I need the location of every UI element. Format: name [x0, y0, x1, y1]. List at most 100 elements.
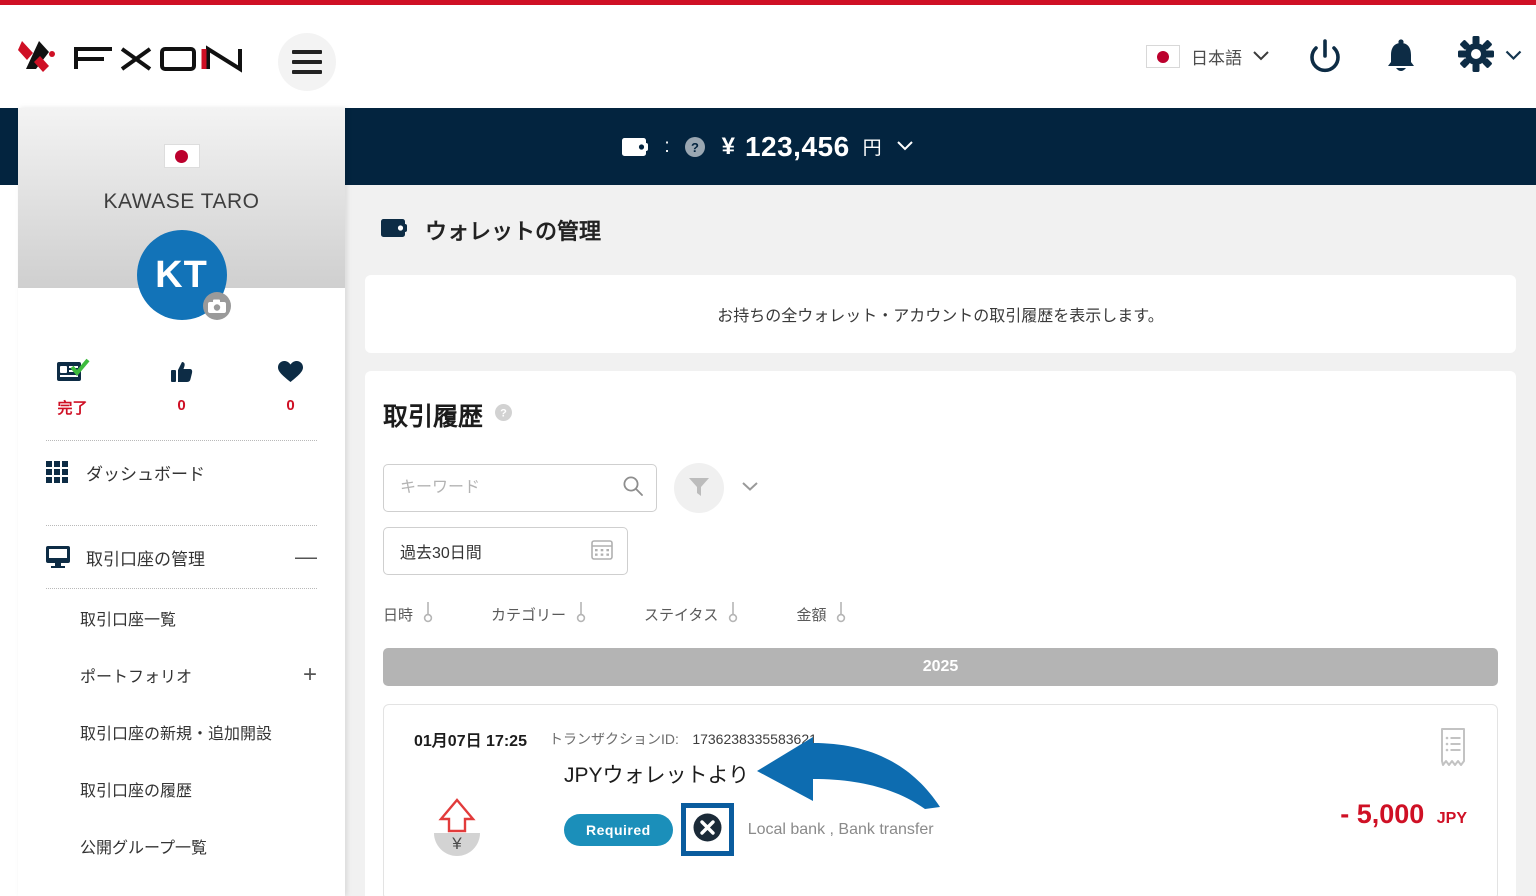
- app-header: 日本語: [0, 5, 1536, 108]
- sidebar: KAWASE TARO KT 完了 0 0 ダッシュボード 取引口座の管理 — …: [18, 108, 345, 896]
- section-title: 取引履歴: [383, 403, 484, 431]
- hamburger-bar: [292, 50, 322, 54]
- search-input[interactable]: [400, 479, 622, 497]
- power-icon[interactable]: [1305, 37, 1345, 77]
- amount-currency: JPY: [1436, 810, 1467, 827]
- filter-controls: 過去30日間: [383, 463, 1498, 575]
- avatar[interactable]: KT: [136, 230, 231, 320]
- status-icon-highlight[interactable]: [680, 803, 734, 856]
- sort-label: カテゴリー: [491, 607, 567, 624]
- description-text: お持ちの全ウォレット・アカウントの取引履歴を表示します。: [717, 308, 1164, 325]
- transaction-id-value: 1736238335583621: [692, 731, 817, 747]
- sort-slider-icon: [727, 601, 739, 628]
- sort-slider-icon: [835, 601, 847, 628]
- transaction-row[interactable]: 01月07日 17:25 トランザクションID: 173623833558362…: [383, 704, 1498, 896]
- page-title-text: ウォレットの管理: [425, 219, 602, 244]
- svg-text:?: ?: [500, 408, 507, 420]
- help-circle-icon[interactable]: ?: [494, 403, 513, 427]
- stat-likes[interactable]: 0: [127, 354, 236, 418]
- chevron-down-icon[interactable]: [1505, 48, 1522, 66]
- settings-menu[interactable]: [1457, 35, 1522, 78]
- app-root: 日本語: ? ¥ 123,456 円 KAWASE TARO KT 完了 0 …: [0, 0, 1536, 896]
- jp-flag-icon: [163, 144, 200, 168]
- stat-favorites[interactable]: 0: [236, 354, 345, 418]
- sidebar-item-account-history[interactable]: 取引口座の履歴: [18, 760, 345, 817]
- sidebar-item-account-management[interactable]: 取引口座の管理 —: [18, 526, 345, 588]
- sidebar-item-dashboard[interactable]: ダッシュボード: [18, 441, 345, 503]
- section-header: 取引履歴 ?: [383, 397, 1498, 433]
- currency-label: 円: [862, 138, 882, 159]
- bell-icon[interactable]: [1383, 38, 1419, 76]
- chevron-down-icon[interactable]: [896, 138, 914, 156]
- user-name: KAWASE TARO: [103, 190, 260, 213]
- header-actions: 日本語: [1146, 35, 1522, 78]
- sort-by-datetime[interactable]: 日時: [383, 601, 434, 628]
- x-circle-icon[interactable]: [693, 813, 722, 847]
- transaction-id-label: トランザクションID:: [548, 731, 679, 747]
- sidebar-subitem-label: 取引口座の履歴: [80, 782, 193, 800]
- filter-button[interactable]: [674, 463, 724, 513]
- stat-verification[interactable]: 完了: [18, 354, 127, 418]
- gear-icon[interactable]: [1457, 35, 1495, 78]
- main-content: ウォレットの管理 お持ちの全ウォレット・アカウントの取引履歴を表示します。 取引…: [345, 185, 1536, 896]
- sidebar-item-account-list[interactable]: 取引口座一覧: [18, 589, 345, 646]
- language-label: 日本語: [1191, 49, 1242, 68]
- sidebar-subitem-label: 取引口座の新規・追加開設: [80, 725, 273, 743]
- wallet-icon: [622, 137, 649, 157]
- stat-value: 完了: [57, 400, 88, 417]
- search-icon[interactable]: [622, 475, 644, 502]
- balance-amount: 123,456: [744, 130, 850, 162]
- sidebar-item-public-groups[interactable]: 公開グループ一覧: [18, 817, 345, 874]
- sort-label: ステイタス: [644, 607, 719, 624]
- amount-value: - 5,000: [1340, 799, 1425, 829]
- chevron-down-icon: [1253, 48, 1269, 66]
- sidebar-item-new-account[interactable]: 取引口座の新規・追加開設: [18, 703, 345, 760]
- heart-icon: [236, 354, 345, 390]
- transaction-source: JPYウォレットより: [564, 764, 750, 787]
- id-card-check-icon: [18, 354, 127, 390]
- transaction-method: Local bank , Bank transfer: [747, 820, 934, 838]
- jp-flag-icon: [1146, 45, 1180, 68]
- fxon-mark-icon: [16, 33, 62, 79]
- svg-text:?: ?: [691, 140, 699, 155]
- grid-icon: [46, 461, 86, 483]
- date-range-filter[interactable]: 過去30日間: [383, 527, 628, 575]
- hamburger-bar: [292, 60, 322, 64]
- sort-by-category[interactable]: カテゴリー: [491, 601, 587, 628]
- expand-toggle-icon[interactable]: +: [303, 662, 317, 687]
- sidebar-subitem-label: ポートフォリオ: [80, 668, 193, 686]
- description-card: お持ちの全ウォレット・アカウントの取引履歴を表示します。: [365, 275, 1516, 353]
- transaction-amount: - 5,000 JPY: [1340, 799, 1467, 830]
- monitor-icon: [46, 546, 86, 568]
- hamburger-menu-button[interactable]: [278, 33, 336, 91]
- currency-symbol: ¥: [721, 132, 735, 160]
- fxon-logo[interactable]: [16, 33, 248, 79]
- page-title: ウォレットの管理: [345, 185, 1536, 275]
- fxon-wordmark: [72, 39, 248, 73]
- sidebar-subitem-label: 取引口座一覧: [80, 611, 177, 629]
- sort-slider-icon: [575, 601, 587, 628]
- collapse-toggle-icon[interactable]: —: [295, 546, 317, 568]
- camera-icon[interactable]: [202, 292, 231, 320]
- chevron-down-icon[interactable]: [741, 479, 759, 497]
- sort-controls: 日時 カテゴリー ステイタス 金額: [383, 601, 1498, 628]
- sidebar-item-portfolio[interactable]: ポートフォリオ +: [18, 646, 345, 703]
- sort-by-amount[interactable]: 金額: [796, 601, 847, 628]
- sort-by-status[interactable]: ステイタス: [644, 601, 739, 628]
- language-selector[interactable]: 日本語: [1146, 44, 1269, 69]
- balance-separator: :: [664, 135, 670, 157]
- transaction-meta: 01月07日 17:25 トランザクションID: 173623833558362…: [384, 705, 1497, 751]
- withdrawal-yen-icon: ¥: [426, 797, 488, 863]
- help-circle-icon[interactable]: ?: [684, 136, 706, 158]
- svg-text:¥: ¥: [451, 834, 462, 853]
- transaction-details: ¥ JPYウォレットより Required Local bank , Bank …: [384, 759, 1497, 856]
- sort-slider-icon: [422, 601, 434, 628]
- stat-value: 0: [286, 397, 295, 414]
- status-badge[interactable]: Required: [564, 813, 673, 846]
- transaction-history-card: 取引履歴 ? キーワード 過去30日間 日時 カテゴリー ステイタス 金額 20…: [365, 371, 1516, 896]
- sort-label: 金額: [796, 607, 827, 624]
- profile-stats: 完了 0 0: [18, 354, 345, 418]
- calendar-icon[interactable]: [591, 538, 613, 565]
- search-input-wrapper[interactable]: [383, 464, 657, 512]
- year-label: 2025: [922, 658, 959, 675]
